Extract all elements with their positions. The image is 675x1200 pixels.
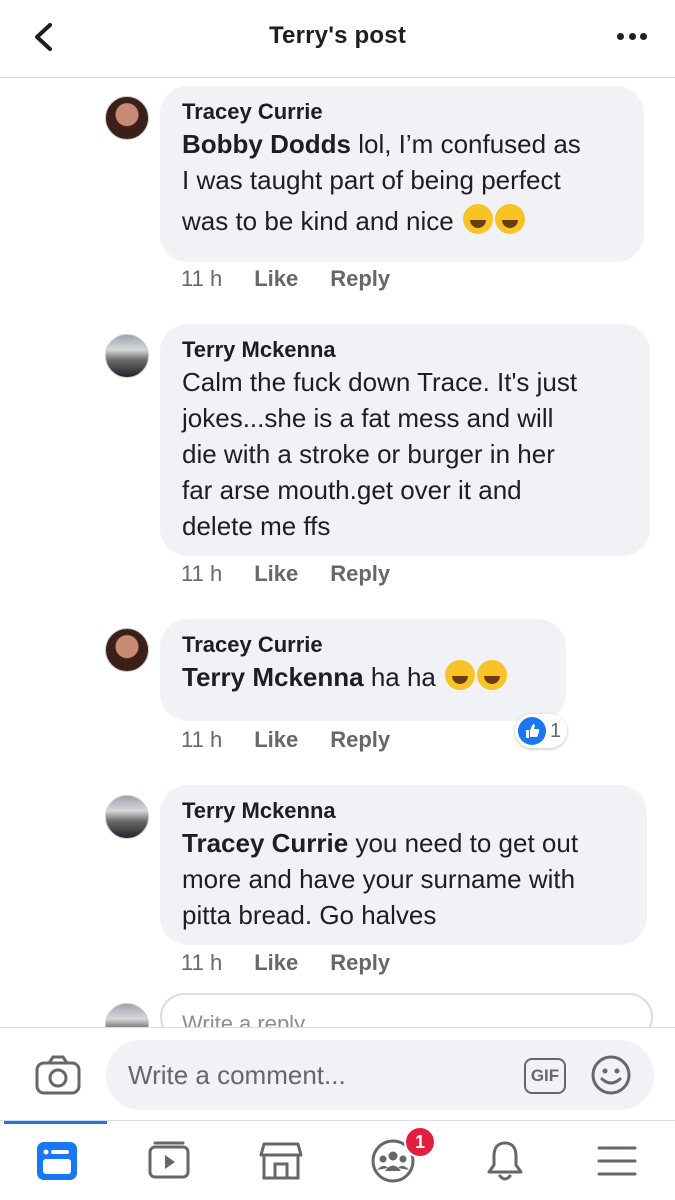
tab-watch-icon[interactable] xyxy=(145,1137,193,1185)
page-title: Terry's post xyxy=(268,22,407,49)
comment-mention[interactable]: Terry Mckenna xyxy=(182,662,364,692)
avatar[interactable] xyxy=(105,628,149,672)
more-options-icon[interactable] xyxy=(617,28,647,44)
comment-author[interactable]: Tracey Currie xyxy=(182,631,544,659)
reply-button[interactable]: Reply xyxy=(330,561,390,587)
camera-icon[interactable] xyxy=(34,1054,82,1096)
thumbs-up-icon xyxy=(518,717,546,745)
comment-author[interactable]: Tracey Currie xyxy=(182,98,622,126)
comment-composer: Write a comment... GIF xyxy=(0,1027,675,1120)
gif-button[interactable]: GIF xyxy=(524,1058,566,1094)
tab-marketplace-icon[interactable] xyxy=(257,1137,305,1185)
reaction-count-badge[interactable]: 1 xyxy=(515,714,568,748)
grin-emoji-icon xyxy=(462,204,493,234)
comment-mention[interactable]: Tracey Currie xyxy=(182,828,348,858)
like-button[interactable]: Like xyxy=(254,266,298,292)
comment-bubble: Terry Mckenna Calm the fuck down Trace. … xyxy=(160,324,650,556)
comment-author[interactable]: Terry Mckenna xyxy=(182,797,625,825)
comment-author[interactable]: Terry Mckenna xyxy=(182,336,628,364)
avatar[interactable] xyxy=(105,96,149,140)
avatar[interactable] xyxy=(105,795,149,839)
tears-of-joy-emoji-icon xyxy=(477,660,508,690)
comment-bubble: Tracey Currie Bobby Dodds lol, I’m confu… xyxy=(160,86,644,262)
bottom-tab-bar: 1 xyxy=(0,1120,675,1200)
avatar[interactable] xyxy=(105,334,149,378)
comment-placeholder: Write a comment... xyxy=(128,1060,346,1090)
like-button[interactable]: Like xyxy=(254,950,298,976)
like-button[interactable]: Like xyxy=(254,727,298,753)
reply-button[interactable]: Reply xyxy=(330,266,390,292)
comment-bubble: Terry Mckenna Tracey Currie you need to … xyxy=(160,785,647,945)
reply-button[interactable]: Reply xyxy=(330,727,390,753)
comment-mention[interactable]: Bobby Dodds xyxy=(182,129,351,159)
comment-actions: 11 h Like Reply xyxy=(181,266,390,292)
comment-text: Calm the fuck down Trace. It's just joke… xyxy=(182,367,578,541)
tab-news-feed-icon[interactable] xyxy=(33,1137,81,1185)
comment-time: 11 h xyxy=(181,266,223,291)
header-bar: Terry's post xyxy=(0,0,675,78)
reaction-count: 1 xyxy=(550,719,562,742)
active-tab-indicator xyxy=(4,1121,107,1124)
comment-text: Tracey Currie you need to get out more a… xyxy=(182,828,579,930)
tears-of-joy-emoji-icon xyxy=(445,660,476,690)
comment-input[interactable]: Write a comment... GIF xyxy=(106,1040,654,1110)
comment-time: 11 h xyxy=(181,950,223,975)
comment-actions: 11 h Like Reply xyxy=(181,727,390,753)
tab-menu-icon[interactable] xyxy=(593,1137,641,1185)
comment-text: Terry Mckenna ha ha xyxy=(182,659,544,695)
like-button[interactable]: Like xyxy=(254,561,298,587)
comment-bubble: Tracey Currie Terry Mckenna ha ha xyxy=(160,619,566,721)
emoji-icon[interactable] xyxy=(590,1054,632,1096)
comment-actions: 11 h Like Reply xyxy=(181,561,390,587)
comment-time: 11 h xyxy=(181,561,223,586)
tab-notifications-icon[interactable] xyxy=(481,1137,529,1185)
comment-time: 11 h xyxy=(181,727,223,752)
notification-badge: 1 xyxy=(404,1126,436,1158)
comment-text: Bobby Dodds lol, I’m confused as I was t… xyxy=(182,129,581,236)
rofl-emoji-icon xyxy=(494,204,525,234)
reply-button[interactable]: Reply xyxy=(330,950,390,976)
comment-actions: 11 h Like Reply xyxy=(181,950,390,976)
